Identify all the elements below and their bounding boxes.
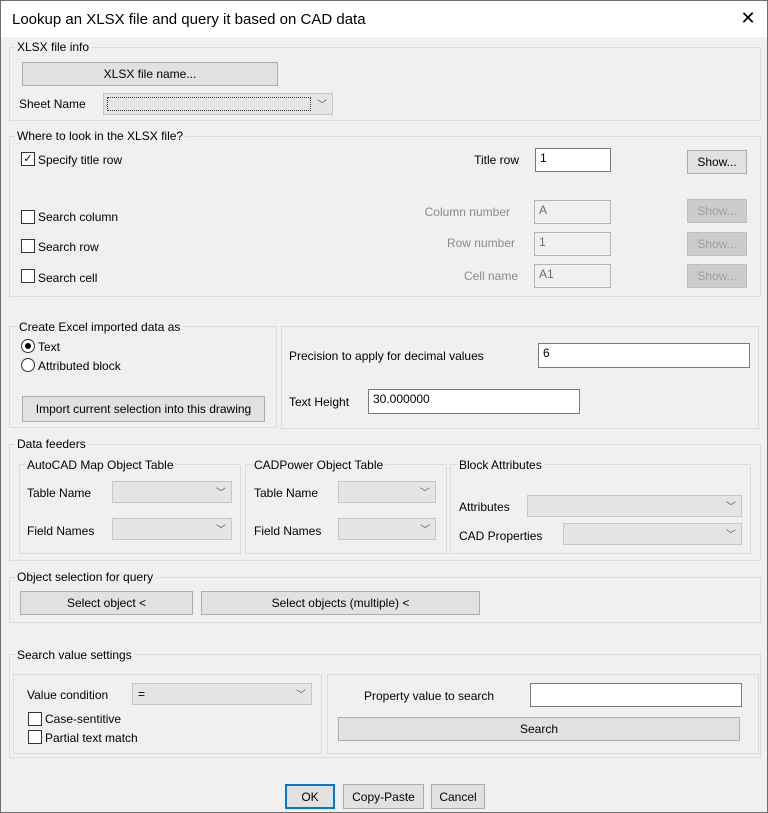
map-table-name-label: Table Name: [27, 486, 92, 500]
specify-title-row-label: Specify title row: [38, 153, 123, 167]
column-number-input[interactable]: A: [534, 200, 611, 224]
chevron-down-icon: ﹀: [216, 525, 226, 536]
cad-properties-label: CAD Properties: [459, 529, 543, 543]
partial-text-match-checkbox[interactable]: [28, 730, 42, 744]
search-settings-legend: Search value settings: [15, 648, 134, 662]
value-condition-combo[interactable]: = ﹀: [132, 683, 312, 705]
data-feeders-legend: Data feeders: [15, 437, 88, 451]
map-object-table-group: [19, 464, 241, 554]
where-legend: Where to look in the XLSX file?: [15, 129, 186, 143]
text-height-label: Text Height: [289, 395, 350, 409]
dialog-title: Lookup an XLSX file and query it based o…: [12, 11, 366, 28]
cell-name-input[interactable]: A1: [534, 264, 611, 288]
chevron-down-icon: ﹀: [216, 488, 226, 499]
text-height-input[interactable]: 30.000000: [368, 389, 580, 414]
search-row-checkbox[interactable]: [21, 239, 35, 253]
search-cell-label: Search cell: [38, 271, 98, 285]
search-row-label: Search row: [38, 240, 99, 254]
value-condition-value: =: [138, 687, 146, 701]
title-row-input[interactable]: 1: [535, 148, 611, 172]
search-column-checkbox[interactable]: [21, 210, 35, 224]
cancel-button[interactable]: Cancel: [431, 784, 485, 809]
search-button[interactable]: Search: [338, 717, 740, 741]
sheet-name-label: Sheet Name: [19, 97, 86, 111]
row-number-label: Row number: [446, 236, 515, 250]
search-cell-checkbox[interactable]: [21, 269, 35, 283]
chevron-down-icon: ﹀: [726, 530, 736, 541]
title-row-show-button[interactable]: Show...: [687, 150, 747, 174]
cell-name-label: Cell name: [463, 269, 518, 283]
chevron-down-icon: ﹀: [296, 690, 306, 701]
cadpower-field-names-label: Field Names: [254, 524, 322, 538]
sheet-name-combo[interactable]: ﹀: [103, 93, 333, 115]
attributes-combo[interactable]: ﹀: [527, 495, 742, 517]
chevron-down-icon: ﹀: [317, 100, 327, 111]
cadpower-table-name-label: Table Name: [254, 486, 319, 500]
property-value-label: Property value to search: [364, 689, 495, 703]
import-selection-button[interactable]: Import current selection into this drawi…: [22, 396, 265, 422]
value-condition-label: Value condition: [27, 688, 109, 702]
ok-button[interactable]: OK: [285, 784, 335, 809]
cadpower-object-table-group: [245, 464, 447, 554]
xlsx-file-info-legend: XLSX file info: [15, 40, 92, 54]
chevron-down-icon: ﹀: [726, 502, 736, 513]
attributed-block-radio[interactable]: [21, 358, 35, 372]
case-sensitive-label: Case-sentitive: [45, 712, 122, 726]
case-sensitive-checkbox[interactable]: [28, 712, 42, 726]
precision-label: Precision to apply for decimal values: [289, 349, 484, 363]
cadpower-object-table-legend: CADPower Object Table: [252, 458, 386, 472]
xlsx-file-name-button[interactable]: XLSX file name...: [22, 62, 278, 86]
cad-properties-combo[interactable]: ﹀: [563, 523, 742, 545]
map-field-names-label: Field Names: [27, 524, 95, 538]
search-column-label: Search column: [38, 210, 119, 224]
attributed-block-label: Attributed block: [38, 359, 121, 373]
attributes-label: Attributes: [459, 500, 510, 514]
chevron-down-icon: ﹀: [420, 525, 430, 536]
select-objects-multiple-button[interactable]: Select objects (multiple) <: [201, 591, 480, 615]
precision-input[interactable]: 6: [538, 343, 750, 368]
column-number-label: Column number: [424, 205, 510, 219]
cadpower-field-names-combo[interactable]: ﹀: [338, 518, 436, 540]
object-selection-legend: Object selection for query: [15, 570, 156, 584]
row-number-input[interactable]: 1: [534, 232, 611, 256]
chevron-down-icon: ﹀: [420, 488, 430, 499]
partial-text-match-label: Partial text match: [45, 731, 138, 745]
column-show-button[interactable]: Show...: [687, 199, 747, 223]
select-object-button[interactable]: Select object <: [20, 591, 193, 615]
row-show-button[interactable]: Show...: [687, 232, 747, 256]
cell-show-button[interactable]: Show...: [687, 264, 747, 288]
create-legend: Create Excel imported data as: [17, 320, 183, 334]
map-field-names-combo[interactable]: ﹀: [112, 518, 232, 540]
block-attributes-legend: Block Attributes: [457, 458, 544, 472]
text-radio[interactable]: [21, 339, 35, 353]
text-radio-label: Text: [38, 340, 61, 354]
specify-title-row-checkbox[interactable]: ✓: [21, 152, 35, 166]
map-object-table-legend: AutoCAD Map Object Table: [25, 458, 176, 472]
cadpower-table-name-combo[interactable]: ﹀: [338, 481, 436, 503]
title-row-label: Title row: [474, 153, 519, 167]
map-table-name-combo[interactable]: ﹀: [112, 481, 232, 503]
property-value-input[interactable]: [530, 683, 742, 707]
copy-paste-button[interactable]: Copy-Paste: [343, 784, 424, 809]
close-icon[interactable]: ✕: [737, 7, 759, 29]
